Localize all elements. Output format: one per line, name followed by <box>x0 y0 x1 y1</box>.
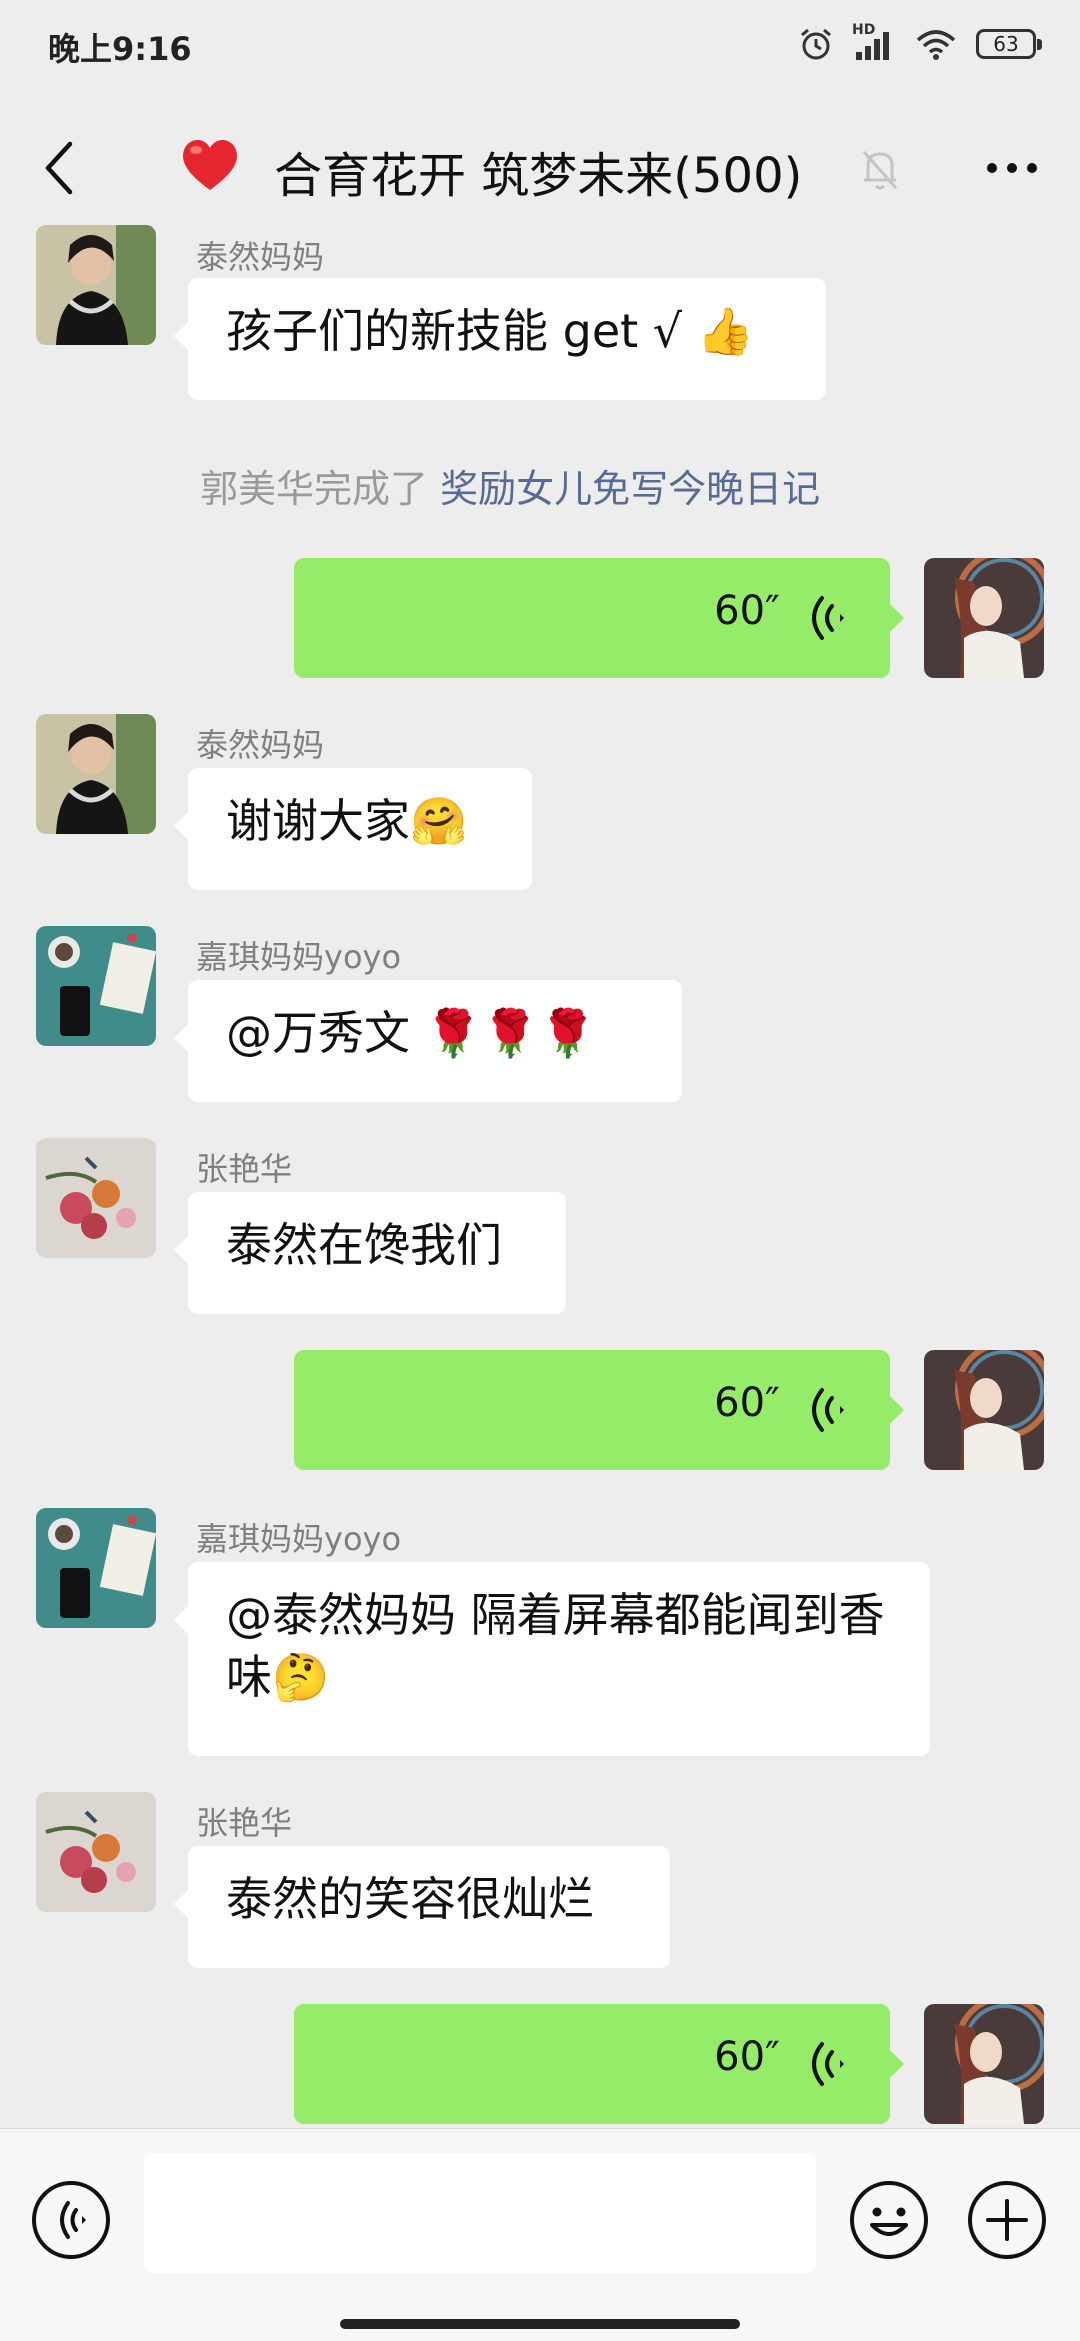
status-time: 晚上9:16 <box>48 30 192 68</box>
voice-wave-icon <box>812 596 844 640</box>
red-heart-icon <box>183 139 237 190</box>
sender-name: 嘉琪妈妈yoyo <box>196 1520 402 1558</box>
status-icons: HD 63 <box>798 22 1042 66</box>
back-arrow-icon[interactable] <box>40 138 80 198</box>
self-avatar[interactable] <box>924 2004 1044 2124</box>
message-bubble[interactable]: 泰然在馋我们 <box>174 1192 566 1314</box>
voice-message-bubble[interactable]: 60″ <box>294 1350 904 1470</box>
self-avatar[interactable] <box>924 558 1044 678</box>
avatar[interactable] <box>36 926 156 1046</box>
voice-wave-icon <box>812 2042 844 2086</box>
message-bubble[interactable]: @泰然妈妈 隔着屏幕都能闻到香味🤔 <box>174 1562 930 1756</box>
avatar[interactable] <box>36 1792 156 1912</box>
bell-off-icon <box>862 151 898 190</box>
sender-name: 嘉琪妈妈yoyo <box>196 938 402 976</box>
signal-icon: HD <box>852 22 896 62</box>
avatar[interactable] <box>36 714 156 834</box>
avatar[interactable] <box>36 225 156 345</box>
voice-duration: 60″ <box>714 1380 780 1426</box>
voice-wave-icon <box>812 1388 844 1432</box>
self-avatar[interactable] <box>924 1350 1044 1470</box>
emoji-icon[interactable] <box>848 2179 930 2261</box>
input-bar <box>0 2128 1080 2341</box>
home-indicator[interactable] <box>340 2319 740 2329</box>
voice-input-icon[interactable] <box>30 2179 112 2261</box>
avatar[interactable] <box>36 1508 156 1628</box>
system-message-text: 郭美华完成了 <box>200 467 441 511</box>
more-dots-icon[interactable] <box>982 148 1042 188</box>
chat-header: 合育花开 筑梦未来(500) <box>0 90 1080 240</box>
plus-icon[interactable] <box>966 2179 1048 2261</box>
sender-name: 张艳华 <box>196 1150 293 1188</box>
sender-name: 泰然妈妈 <box>196 726 325 764</box>
system-message: 郭美华完成了 奖励女儿免写今晚日记 <box>200 458 820 513</box>
battery-indicator: 63 <box>976 29 1042 59</box>
message-bubble[interactable]: 孩子们的新技能 get √ 👍 <box>174 278 826 400</box>
voice-duration: 60″ <box>714 2034 780 2080</box>
sender-name: 泰然妈妈 <box>196 238 325 276</box>
message-bubble[interactable]: @万秀文 🌹🌹🌹 <box>174 980 682 1102</box>
voice-message-bubble[interactable]: 60″ <box>294 558 904 678</box>
sender-name: 张艳华 <box>196 1804 293 1842</box>
system-message-link[interactable]: 奖励女儿免写今晚日记 <box>440 467 820 511</box>
chat-title[interactable]: 合育花开 筑梦未来(500) <box>274 136 802 206</box>
status-bar: 晚上9:16 HD 63 <box>0 0 1080 90</box>
alarm-icon <box>801 28 831 60</box>
message-bubble[interactable]: 谢谢大家🤗 <box>174 768 532 890</box>
message-bubble[interactable]: 泰然的笑容很灿烂 <box>174 1846 670 1968</box>
voice-duration: 60″ <box>714 588 780 634</box>
avatar[interactable] <box>36 1138 156 1258</box>
voice-message-bubble[interactable]: 60″ <box>294 2004 904 2124</box>
wifi-icon <box>916 30 956 60</box>
network-label: HD <box>852 22 876 38</box>
message-input[interactable] <box>144 2153 816 2273</box>
